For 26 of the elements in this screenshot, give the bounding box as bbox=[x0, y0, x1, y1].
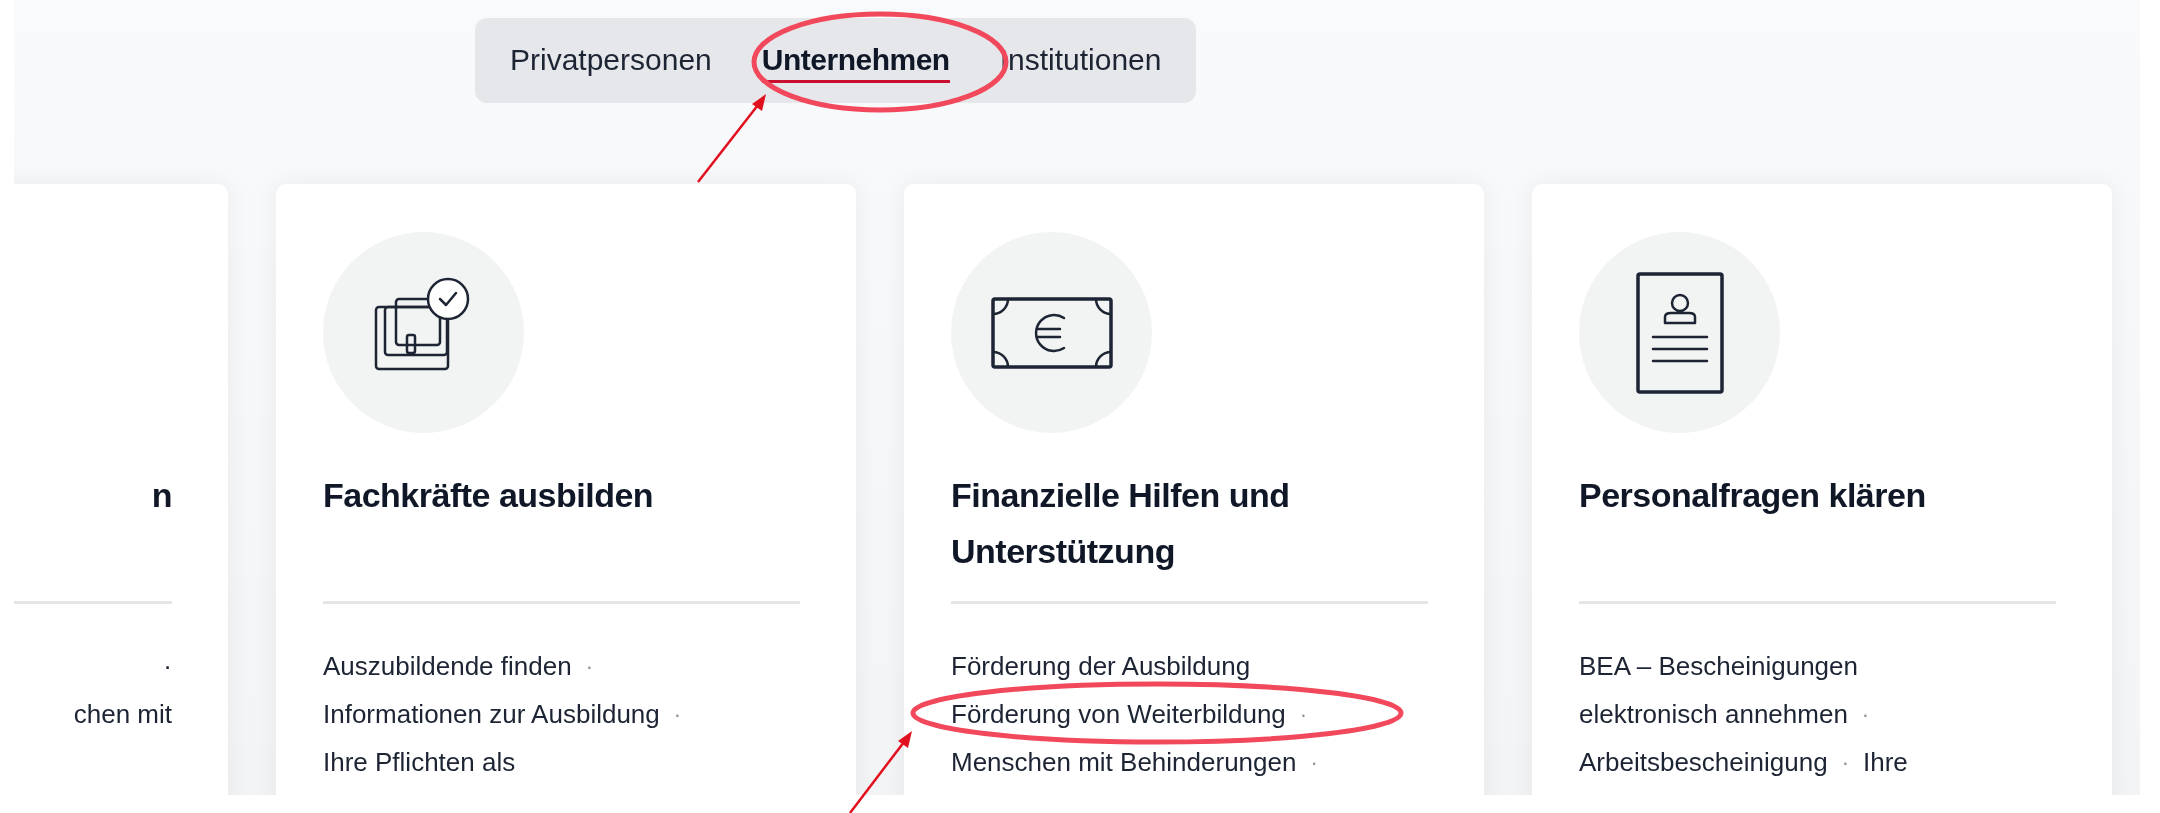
link[interactable]: elektronisch annehmen bbox=[1579, 694, 1848, 734]
link[interactable]: · bbox=[163, 646, 172, 686]
card-title: Fachkräfte ausbilden bbox=[323, 475, 655, 516]
banknote-icon bbox=[989, 295, 1114, 370]
link[interactable]: Arbeitsbescheinigung bbox=[1579, 742, 1828, 782]
card-title: n bbox=[150, 475, 172, 516]
separator-dot: · bbox=[1841, 748, 1849, 777]
link[interactable]: Förderung der Ausbildung bbox=[951, 646, 1251, 686]
card-title: Finanzielle Hilfen und Unterstützung bbox=[951, 475, 1291, 572]
link[interactable]: chen mit bbox=[73, 694, 172, 734]
link[interactable]: BEA – Bescheinigungen bbox=[1579, 646, 1858, 686]
separator-dot: · bbox=[1299, 700, 1308, 729]
link[interactable]: Ihre Pflichten als bbox=[323, 742, 516, 782]
link[interactable]: Förderung von Weiterbildung bbox=[951, 694, 1286, 734]
card-title: Personalfragen klären bbox=[1579, 475, 1927, 516]
document-person-icon bbox=[1634, 270, 1725, 395]
separator-dot: · bbox=[585, 652, 593, 681]
tab[interactable]: Unternehmen bbox=[761, 38, 950, 83]
separator-dot: · bbox=[1861, 700, 1870, 729]
link[interactable]: Auszubildende finden bbox=[323, 646, 572, 686]
link[interactable]: Ihre bbox=[1862, 742, 1908, 782]
link[interactable]: Informationen zur Ausbildung bbox=[323, 694, 660, 734]
link[interactable]: Menschen mit Behinderungen bbox=[951, 742, 1297, 782]
separator-dot: · bbox=[673, 700, 682, 729]
tab[interactable]: Privatpersonen bbox=[510, 38, 712, 83]
separator-dot: · bbox=[1310, 748, 1318, 777]
